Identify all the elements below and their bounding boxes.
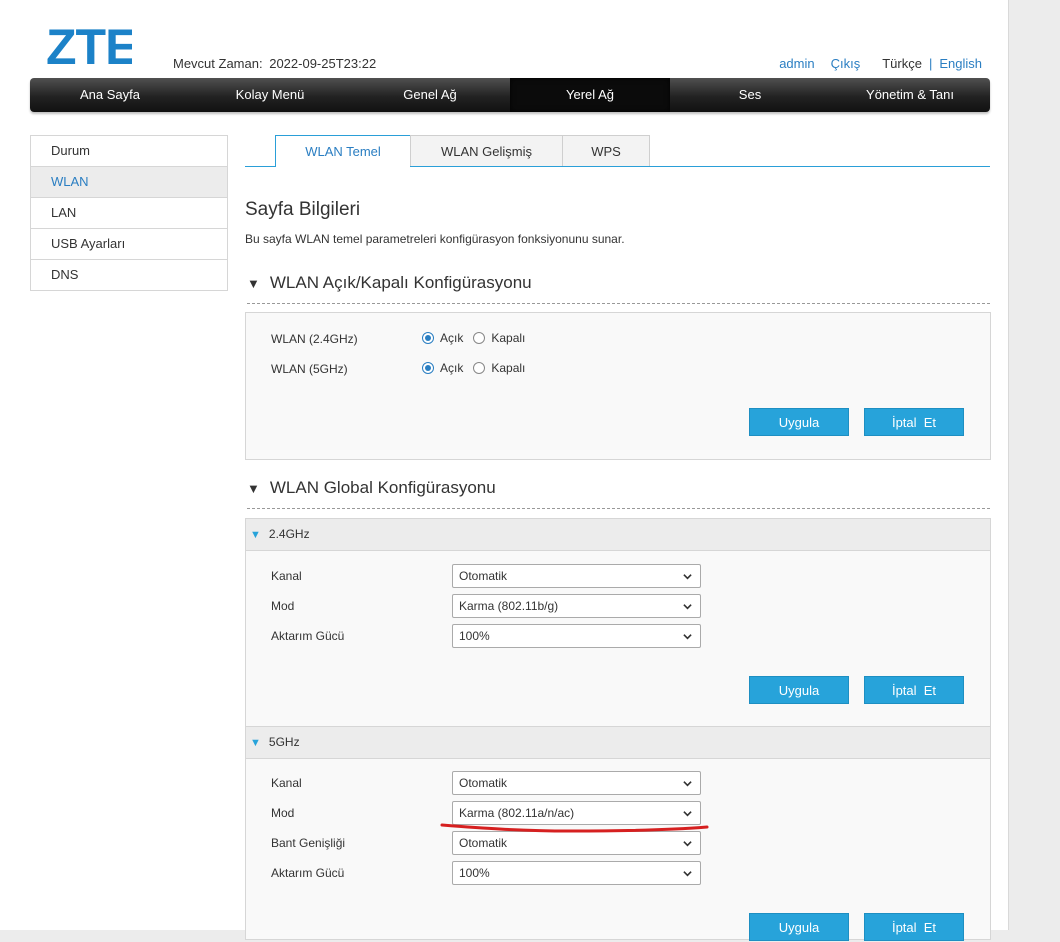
band24-guc-select[interactable]: 100% [452,624,701,648]
nav-wan[interactable]: Genel Ağ [350,78,510,112]
nav-easy-menu[interactable]: Kolay Menü [190,78,350,112]
band5-mod-label: Mod [271,806,295,820]
tab-wlan-basic[interactable]: WLAN Temel [275,135,411,167]
chevron-down-icon [683,841,692,847]
chevron-down-icon [683,811,692,817]
logout-link[interactable]: Çıkış [831,56,861,71]
band24-kanal-value: Otomatik [459,569,508,583]
wlan5-radio-group: Açık Kapalı [422,361,535,375]
nav-lan[interactable]: Yerel Ağ [510,78,670,112]
lang-separator: | [928,56,933,71]
top-links: admin Çıkış Türkçe | English [779,56,982,71]
band5-mod-value: Karma (802.11a/n/ac) [459,806,575,820]
wlan24-on-label: Açık [440,331,464,345]
wlan24-off-option[interactable]: Kapalı [473,331,525,345]
page: ZTE Mevcut Zaman: 2022-09-25T23:22 admin… [0,0,1008,941]
band24-triangle-icon[interactable]: ▼ [250,529,261,541]
nav-management[interactable]: Yönetim & Tanı [830,78,990,112]
page-title: Sayfa Bilgileri [245,199,361,220]
wlan24-off-label: Kapalı [491,331,526,345]
onoff-cancel-button[interactable]: İptal Et [864,408,964,436]
band5-title: 5GHz [268,735,300,749]
band24-mod-select[interactable]: Karma (802.11b/g) [452,594,701,618]
tab-wps[interactable]: WPS [562,135,650,166]
band24-apply-button[interactable]: Uygula [749,676,849,704]
chevron-down-icon [683,604,692,610]
scrollbar-track[interactable] [1008,0,1060,930]
wlan5-on-radio[interactable] [422,362,434,374]
page-description: Bu sayfa WLAN temel parametreleri konfig… [245,232,625,246]
chevron-down-icon [683,574,692,580]
wlan24-on-radio[interactable] [422,332,434,344]
band24-guc-value: 100% [459,629,490,643]
band5-apply-button[interactable]: Uygula [749,913,849,941]
wlan24-label: WLAN (2.4GHz) [271,332,358,346]
wlan24-on-option[interactable]: Açık [422,331,463,345]
band24-mod-label: Mod [271,599,295,613]
onoff-apply-button[interactable]: Uygula [749,408,849,436]
chevron-down-icon [683,781,692,787]
band24-guc-label: Aktarım Gücü [271,629,345,643]
main-nav: Ana Sayfa Kolay Menü Genel Ağ Yerel Ağ S… [30,78,990,112]
band5-kanal-value: Otomatik [459,776,508,790]
wlan5-off-label: Kapalı [491,361,526,375]
wlan5-on-option[interactable]: Açık [422,361,463,375]
zte-logo: ZTE [46,24,132,72]
current-time-label: Mevcut Zaman: [173,56,263,71]
band24-kanal-select[interactable]: Otomatik [452,564,701,588]
red-annotation-underline [440,823,709,833]
sidebar: Durum WLAN LAN USB Ayarları DNS [30,135,228,291]
band5-guc-value: 100% [459,866,490,880]
chevron-down-icon [683,634,692,640]
band5-kanal-label: Kanal [271,776,302,790]
wlan5-label: WLAN (5GHz) [271,362,348,376]
collapse-triangle-icon[interactable]: ▼ [247,481,260,496]
band5-bant-label: Bant Genişliği [271,836,346,850]
current-time: Mevcut Zaman: 2022-09-25T23:22 [170,56,376,71]
sidebar-item-lan[interactable]: LAN [31,198,227,229]
wlan-onoff-panel: WLAN (2.4GHz) Açık Kapalı WLAN (5GHz) Aç… [245,312,991,460]
tab-wlan-advanced[interactable]: WLAN Gelişmiş [410,135,563,166]
chevron-down-icon [683,871,692,877]
collapse-triangle-icon[interactable]: ▼ [247,276,260,291]
wlan5-off-radio[interactable] [473,362,486,374]
band24-header[interactable]: ▼ 2.4GHz [246,519,990,551]
band24-mod-value: Karma (802.11b/g) [459,599,559,613]
wlan5-off-option[interactable]: Kapalı [473,361,525,375]
section-wlan-global-title: WLAN Global Konfigürasyonu [269,478,496,497]
band5-triangle-icon[interactable]: ▼ [250,737,261,749]
band5-kanal-select[interactable]: Otomatik [452,771,701,795]
band24-kanal-label: Kanal [271,569,302,583]
band24-title: 2.4GHz [268,527,310,541]
band24-cancel-button[interactable]: İptal Et [864,676,964,704]
section-wlan-onoff-title: WLAN Açık/Kapalı Konfigürasyonu [269,273,532,292]
section-wlan-global[interactable]: ▼ WLAN Global Konfigürasyonu [247,478,990,509]
wlan24-off-radio[interactable] [473,332,486,344]
wlan-global-panel: ▼ 2.4GHz Kanal Otomatik Mod Karma (802.11… [245,518,991,941]
svg-text:ZTE: ZTE [46,24,132,72]
user-link[interactable]: admin [779,56,814,71]
sidebar-item-dns[interactable]: DNS [31,260,227,291]
band5-bant-value: Otomatik [459,836,508,850]
tab-bar: WLAN Temel WLAN Gelişmiş WPS [245,135,990,167]
section-wlan-onoff[interactable]: ▼ WLAN Açık/Kapalı Konfigürasyonu [247,273,990,304]
wlan24-radio-group: Açık Kapalı [422,331,535,345]
nav-home[interactable]: Ana Sayfa [30,78,190,112]
sidebar-item-wlan[interactable]: WLAN [31,167,227,198]
nav-voice[interactable]: Ses [670,78,830,112]
sidebar-item-status[interactable]: Durum [31,136,227,167]
wlan5-on-label: Açık [440,361,464,375]
band5-guc-select[interactable]: 100% [452,861,701,885]
sidebar-item-usb[interactable]: USB Ayarları [31,229,227,260]
zte-logo-icon: ZTE [46,24,132,72]
band5-guc-label: Aktarım Gücü [271,866,345,880]
band5-cancel-button[interactable]: İptal Et [864,913,964,941]
band5-header[interactable]: ▼ 5GHz [246,726,990,759]
lang-english[interactable]: English [939,56,982,71]
lang-turkish[interactable]: Türkçe [882,56,922,71]
current-time-value: 2022-09-25T23:22 [269,56,377,71]
